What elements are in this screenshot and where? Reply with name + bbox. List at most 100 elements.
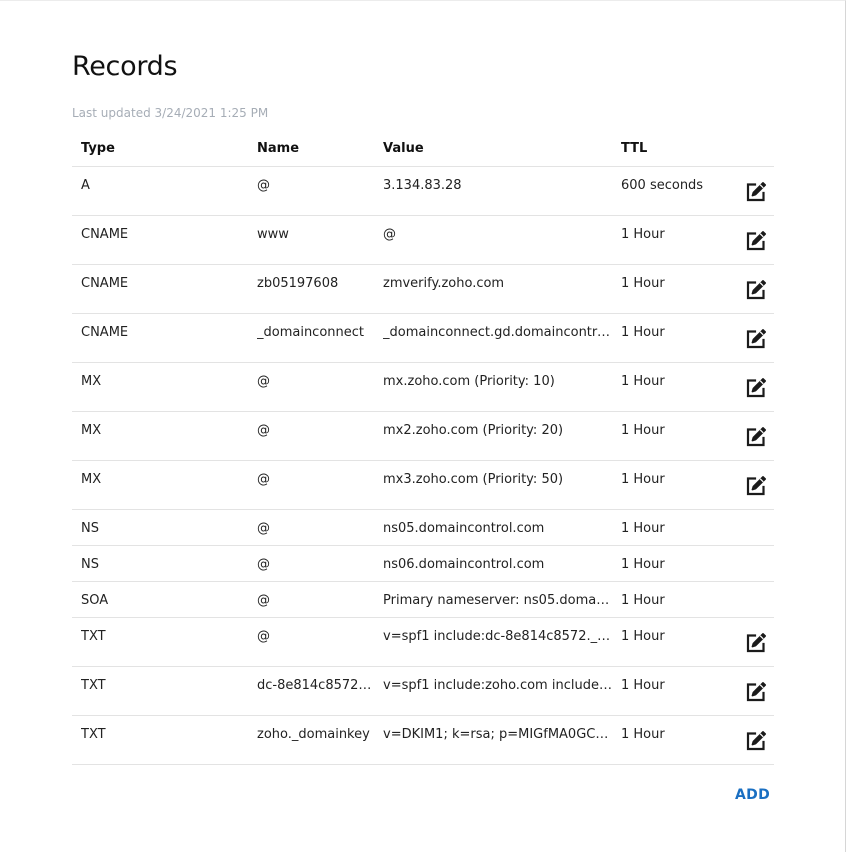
record-name: @ — [257, 593, 270, 608]
cell-value: v=spf1 include:dc-8e814c8572._spf... — [374, 617, 612, 667]
edit-icon[interactable] — [744, 180, 768, 204]
record-value: Primary nameserver: ns05.domainc... — [383, 593, 612, 608]
cell-ttl: 1 Hour — [612, 581, 724, 618]
table-row: TXT zoho._domainkey v=DKIM1; k=rsa; p=MIGf… — [72, 715, 774, 765]
edit-icon[interactable] — [744, 327, 768, 351]
column-header-ttl: TTL — [612, 131, 724, 167]
cell-ttl: 1 Hour — [612, 666, 724, 716]
cell-type: MX — [72, 460, 248, 510]
table-row: MX @ mx2.zoho.com (Priority: 20) 1 Hour — [72, 411, 774, 461]
table-row: NS @ ns06.domaincontrol.com 1 Hour — [72, 545, 774, 582]
cell-ttl: 1 Hour — [612, 411, 724, 461]
cell-value: 3.134.83.28 — [374, 166, 612, 216]
cell-ttl: 1 Hour — [612, 215, 724, 265]
cell-actions — [724, 545, 774, 582]
record-name: @ — [257, 521, 270, 536]
table-row: TXT @ v=spf1 include:dc-8e814c8572._spf...… — [72, 617, 774, 667]
record-ttl: 1 Hour — [621, 521, 665, 536]
edit-icon[interactable] — [744, 376, 768, 400]
record-name: @ — [257, 629, 270, 644]
column-header-name: Name — [248, 131, 374, 167]
record-name: zb05197608 — [257, 276, 339, 291]
record-name: www — [257, 227, 289, 242]
edit-icon[interactable] — [744, 474, 768, 498]
record-name: zoho._domainkey — [257, 727, 370, 742]
cell-type: SOA — [72, 581, 248, 618]
record-value: zmverify.zoho.com — [383, 276, 505, 291]
cell-actions — [724, 166, 774, 216]
cell-actions — [724, 581, 774, 618]
table-row: MX @ mx.zoho.com (Priority: 10) 1 Hour — [72, 362, 774, 412]
cell-actions — [724, 313, 774, 363]
record-type: MX — [81, 374, 102, 389]
table-row: MX @ mx3.zoho.com (Priority: 50) 1 Hour — [72, 460, 774, 510]
cell-name: @ — [248, 617, 374, 667]
add-record-button[interactable]: ADD — [735, 787, 770, 803]
cell-value: mx3.zoho.com (Priority: 50) — [374, 460, 612, 510]
record-ttl: 1 Hour — [621, 727, 665, 742]
record-ttl: 1 Hour — [621, 227, 665, 242]
record-name: @ — [257, 178, 270, 193]
cell-value: ns06.domaincontrol.com — [374, 545, 612, 582]
edit-icon[interactable] — [744, 680, 768, 704]
cell-name: @ — [248, 411, 374, 461]
record-name: @ — [257, 423, 270, 438]
cell-actions — [724, 509, 774, 546]
cell-actions — [724, 715, 774, 765]
edit-icon[interactable] — [744, 229, 768, 253]
record-name: _domainconnect — [257, 325, 365, 340]
cell-value: v=spf1 include:zoho.com include:zo... — [374, 666, 612, 716]
cell-actions — [724, 617, 774, 667]
cell-name: @ — [248, 509, 374, 546]
edit-icon[interactable] — [744, 631, 768, 655]
cell-name: @ — [248, 545, 374, 582]
record-type: CNAME — [81, 227, 129, 242]
cell-actions — [724, 264, 774, 314]
cell-value: mx2.zoho.com (Priority: 20) — [374, 411, 612, 461]
cell-name: _domainconnect — [248, 313, 374, 363]
cell-ttl: 1 Hour — [612, 509, 724, 546]
record-ttl: 1 Hour — [621, 557, 665, 572]
cell-type: TXT — [72, 666, 248, 716]
cell-ttl: 1 Hour — [612, 545, 724, 582]
cell-type: NS — [72, 545, 248, 582]
cell-type: CNAME — [72, 264, 248, 314]
cell-type: CNAME — [72, 313, 248, 363]
record-value: v=spf1 include:zoho.com include:zo... — [383, 678, 612, 693]
column-header-actions — [724, 131, 774, 167]
edit-icon[interactable] — [744, 425, 768, 449]
record-name: dc-8e814c8572.... — [257, 678, 374, 693]
edit-icon[interactable] — [744, 278, 768, 302]
cell-name: www — [248, 215, 374, 265]
cell-value: ns05.domaincontrol.com — [374, 509, 612, 546]
record-value: v=DKIM1; k=rsa; p=MIGfMA0GCSq... — [383, 727, 612, 742]
table-row: SOA @ Primary nameserver: ns05.domainc... 1… — [72, 581, 774, 618]
cell-name: @ — [248, 362, 374, 412]
column-header-type: Type — [72, 131, 248, 167]
cell-value: Primary nameserver: ns05.domainc... — [374, 581, 612, 618]
table-row: NS @ ns05.domaincontrol.com 1 Hour — [72, 509, 774, 546]
record-value: 3.134.83.28 — [383, 178, 462, 193]
cell-ttl: 1 Hour — [612, 264, 724, 314]
table-header-row: Type Name Value TTL — [72, 131, 774, 167]
record-ttl: 1 Hour — [621, 276, 665, 291]
record-type: TXT — [81, 727, 106, 742]
record-type: CNAME — [81, 325, 129, 340]
cell-ttl: 1 Hour — [612, 313, 724, 363]
record-ttl: 1 Hour — [621, 629, 665, 644]
record-value: mx3.zoho.com (Priority: 50) — [383, 472, 564, 487]
record-value: mx2.zoho.com (Priority: 20) — [383, 423, 564, 438]
cell-ttl: 1 Hour — [612, 715, 724, 765]
cell-ttl: 600 seconds — [612, 166, 724, 216]
table-row: CNAME www @1 Hour — [72, 215, 774, 265]
cell-ttl: 1 Hour — [612, 617, 724, 667]
edit-icon[interactable] — [744, 729, 768, 753]
cell-actions — [724, 460, 774, 510]
table-row: A @3.134.83.28 600 seconds — [72, 166, 774, 216]
cell-type: MX — [72, 362, 248, 412]
record-type: SOA — [81, 593, 109, 608]
cell-name: zoho._domainkey — [248, 715, 374, 765]
records-panel: Records Last updated 3/24/2021 1:25 PM T… — [0, 0, 846, 852]
record-ttl: 1 Hour — [621, 423, 665, 438]
cell-type: TXT — [72, 715, 248, 765]
